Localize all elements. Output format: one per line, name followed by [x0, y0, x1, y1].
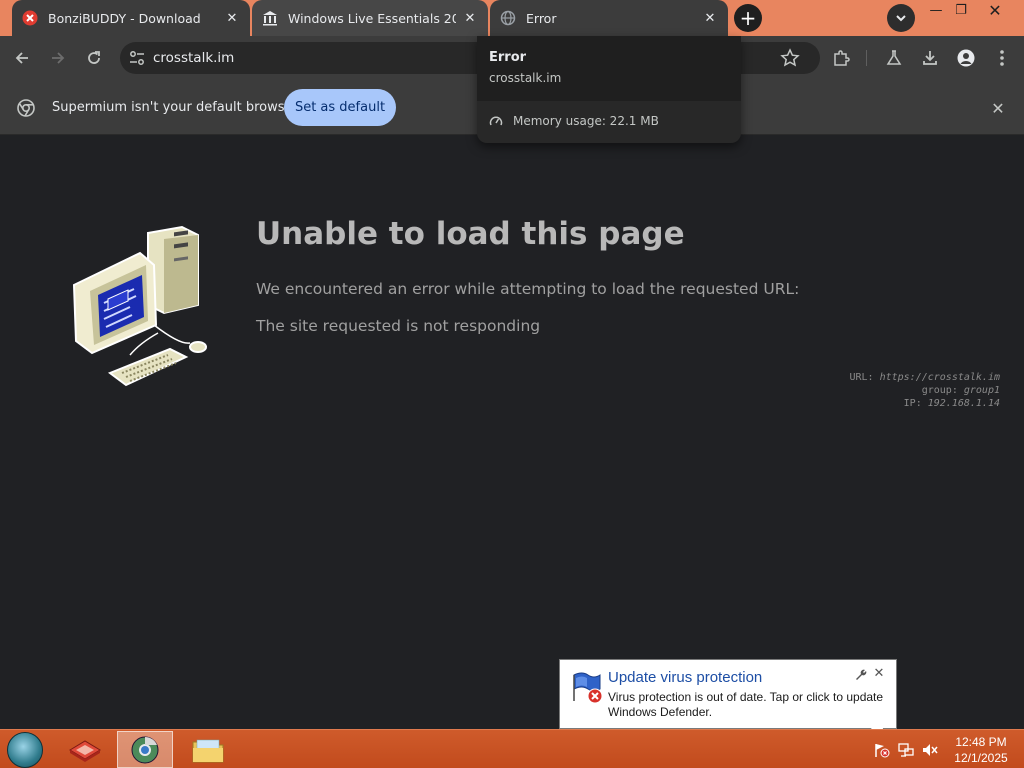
browser-logo-icon — [17, 99, 35, 117]
hovercard-title: Error — [489, 50, 527, 65]
clock-date: 12/1/2025 — [954, 751, 1008, 765]
wrench-icon[interactable] — [853, 668, 867, 682]
puzzle-icon — [834, 50, 850, 66]
error-reason: The site requested is not responding — [256, 317, 541, 335]
set-as-default-button[interactable]: Set as default — [284, 89, 396, 126]
reload-button[interactable] — [82, 46, 106, 70]
red-x-icon — [22, 10, 38, 26]
toolbar-divider — [866, 50, 867, 66]
tab-close-icon[interactable]: ✕ — [462, 10, 478, 26]
arrow-right-icon — [52, 52, 65, 64]
tab-windows-live[interactable]: Windows Live Essentials 2012 (o ✕ — [252, 0, 488, 36]
red-cube-app-icon — [69, 739, 101, 762]
restore-button[interactable]: ❐ — [946, 2, 976, 18]
infobar-message: Supermium isn't your default browser — [52, 100, 298, 115]
back-button[interactable] — [10, 46, 34, 70]
tab-search-button[interactable] — [887, 4, 915, 32]
tab-title: Error — [526, 10, 557, 26]
tab-close-icon[interactable]: ✕ — [224, 10, 240, 26]
error-meta: URL: https://crosstalk.im group: group1 … — [849, 371, 1000, 410]
error-title: Unable to load this page — [256, 216, 685, 252]
labs-button[interactable] — [882, 46, 906, 70]
balloon-close-icon[interactable]: ✕ — [872, 666, 886, 681]
kebab-menu-icon — [1000, 50, 1004, 66]
download-icon — [923, 51, 937, 65]
meta-ip-label: IP: — [903, 398, 922, 409]
defender-notification-balloon[interactable]: Update virus protection Virus protection… — [559, 659, 897, 742]
close-window-button[interactable]: ✕ — [980, 1, 1010, 20]
balloon-body: Virus protection is out of date. Tap or … — [608, 690, 884, 719]
system-clock[interactable]: 12:48 PM 12/1/2025 — [950, 734, 1012, 766]
flask-icon — [886, 50, 902, 65]
meta-group-label: group: — [921, 385, 958, 396]
new-tab-button[interactable]: + — [734, 4, 762, 32]
clock-time: 12:48 PM — [955, 735, 1007, 749]
hovercard-domain: crosstalk.im — [489, 71, 562, 85]
url-text: crosstalk.im — [153, 50, 235, 66]
tab-hover-card: Error crosstalk.im Memory usage: 22.1 MB — [477, 36, 741, 143]
memory-usage-text: Memory usage: 22.1 MB — [513, 114, 659, 128]
tab-title: Windows Live Essentials 2012 (o — [288, 10, 456, 26]
bookmark-star-icon[interactable] — [780, 48, 800, 68]
tab-title: BonziBUDDY - Download — [48, 10, 201, 26]
meta-url: https://crosstalk.im — [879, 372, 1000, 383]
taskbar-app-explorer[interactable] — [180, 731, 236, 768]
meta-url-label: URL: — [849, 372, 874, 383]
folder-icon — [192, 739, 224, 762]
tune-icon[interactable] — [128, 49, 146, 67]
balloon-title: Update virus protection — [608, 669, 763, 686]
chevron-down-icon — [896, 15, 906, 22]
close-icon[interactable]: ✕ — [988, 98, 1008, 118]
avatar-icon — [957, 49, 975, 67]
museum-icon — [262, 10, 278, 26]
meta-group: group1 — [963, 385, 1000, 396]
network-icon[interactable] — [898, 742, 914, 758]
start-button[interactable] — [7, 732, 43, 768]
tab-strip: BonziBUDDY - Download ✕ Windows Live Ess… — [0, 0, 1024, 36]
meta-ip: 192.168.1.14 — [927, 398, 1000, 409]
security-flag-warning-icon — [573, 672, 603, 704]
action-center-flag-icon[interactable] — [874, 742, 890, 758]
downloads-button[interactable] — [918, 46, 942, 70]
browser-app-icon — [131, 736, 159, 763]
globe-icon — [500, 10, 516, 26]
arrow-left-icon — [15, 52, 28, 64]
error-description: We encountered an error while attempting… — [256, 280, 800, 298]
computer-error-illustration — [72, 225, 207, 387]
forward-button[interactable] — [46, 46, 70, 70]
extensions-button[interactable] — [829, 46, 853, 70]
tab-close-icon[interactable]: ✕ — [702, 10, 718, 26]
taskbar: 12:48 PM 12/1/2025 — [0, 729, 1024, 768]
taskbar-app-cube[interactable] — [57, 731, 113, 768]
gauge-icon — [489, 116, 503, 126]
taskbar-app-browser[interactable] — [117, 731, 173, 768]
speaker-muted-icon[interactable] — [922, 742, 938, 758]
menu-button[interactable] — [990, 46, 1014, 70]
tab-error[interactable]: Error ✕ — [490, 0, 728, 36]
tab-bonzibuddy[interactable]: BonziBUDDY - Download ✕ — [12, 0, 250, 36]
reload-icon — [88, 51, 100, 64]
profile-button[interactable] — [954, 46, 978, 70]
